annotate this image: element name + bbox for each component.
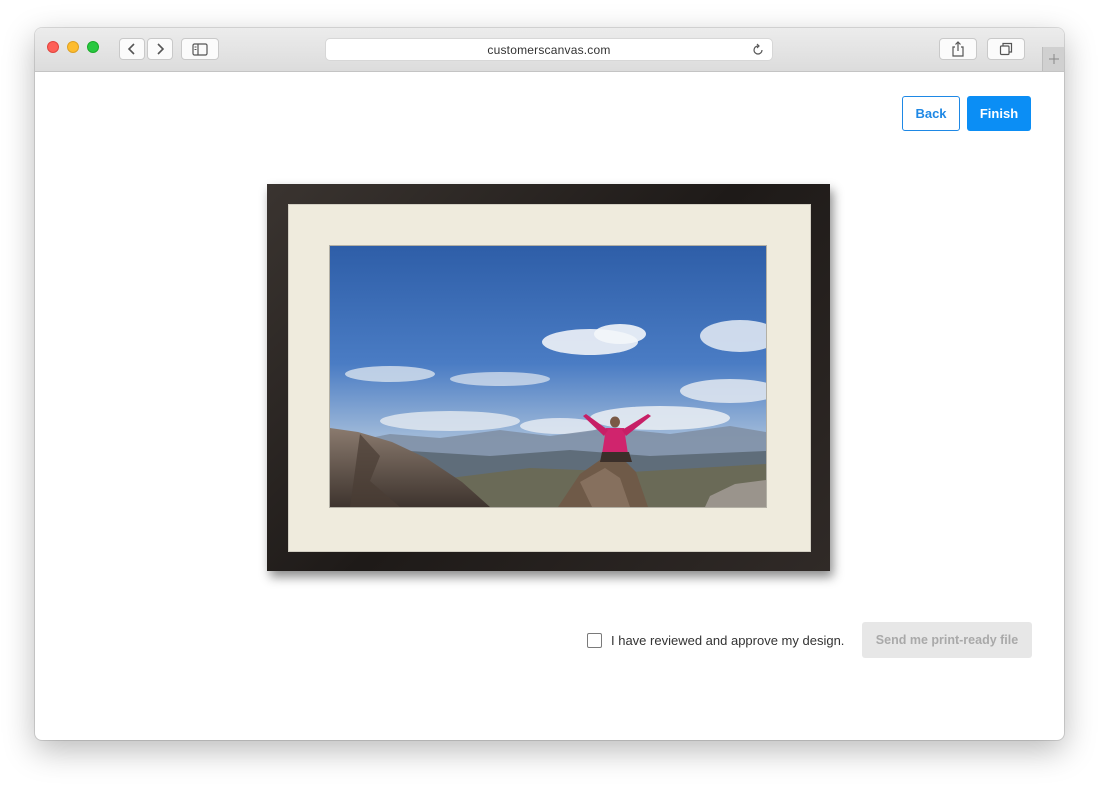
sidebar-icon	[192, 42, 208, 56]
chevron-right-icon	[157, 43, 165, 55]
zoom-window-button[interactable]	[87, 41, 99, 53]
tabs-icon	[999, 42, 1013, 56]
mountain-photo	[330, 246, 766, 507]
close-window-button[interactable]	[47, 41, 59, 53]
approval-row: I have reviewed and approve my design.	[587, 630, 844, 650]
finish-button[interactable]: Finish	[967, 96, 1031, 131]
framed-design-preview	[267, 184, 830, 571]
back-button[interactable]: Back	[902, 96, 960, 131]
reload-icon[interactable]	[752, 43, 764, 56]
approve-design-label[interactable]: I have reviewed and approve my design.	[611, 633, 844, 648]
sidebar-toggle-button[interactable]	[181, 38, 219, 60]
share-icon	[952, 41, 964, 57]
nav-back-button[interactable]	[119, 38, 145, 60]
minimize-window-button[interactable]	[67, 41, 79, 53]
show-tabs-button[interactable]	[987, 38, 1025, 60]
nav-forward-button[interactable]	[147, 38, 173, 60]
chevron-left-icon	[127, 43, 135, 55]
address-url: customerscanvas.com	[487, 43, 611, 57]
send-print-ready-file-button[interactable]: Send me print-ready file	[862, 622, 1032, 658]
approve-design-checkbox[interactable]	[587, 632, 602, 648]
frame-mat	[288, 204, 811, 552]
browser-window: customerscanvas.com Back Finish I have r…	[35, 28, 1064, 740]
share-button[interactable]	[939, 38, 977, 60]
design-photo	[330, 246, 766, 507]
address-bar[interactable]: customerscanvas.com	[325, 38, 773, 61]
browser-toolbar: customerscanvas.com	[35, 28, 1064, 72]
new-tab-button[interactable]	[1042, 47, 1064, 71]
plus-icon	[1048, 54, 1059, 64]
page-content: Back Finish I have reviewed and approve …	[47, 72, 1052, 724]
